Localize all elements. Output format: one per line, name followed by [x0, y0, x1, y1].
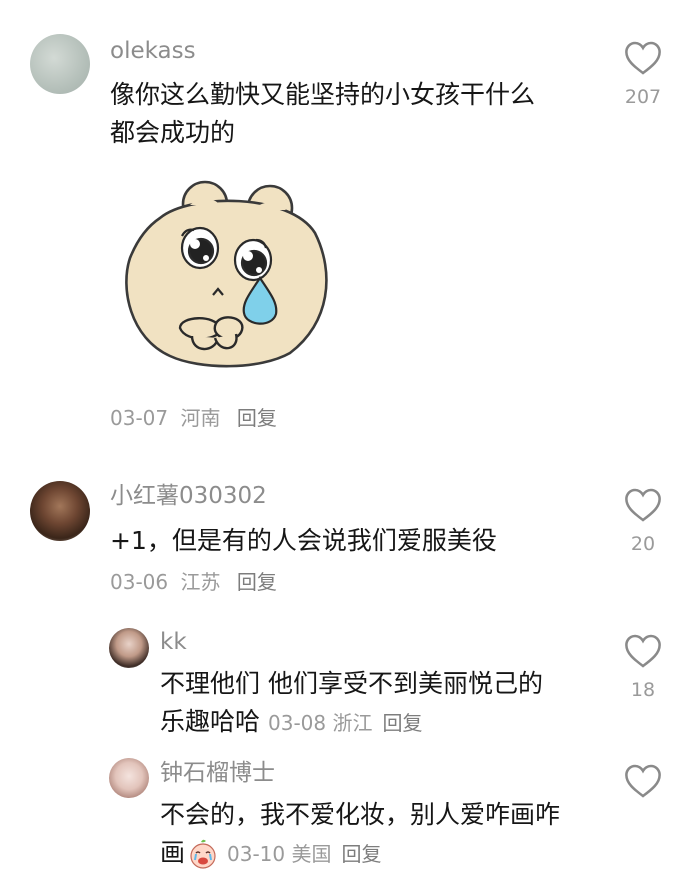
heart-icon: [625, 764, 661, 798]
reply-location: 浙江: [332, 711, 373, 735]
like-button[interactable]: 207: [613, 40, 673, 108]
heart-icon: [625, 41, 661, 75]
comment-text-line: 都会成功的: [110, 118, 236, 147]
username-xiaohongshu[interactable]: 小红薯030302: [110, 482, 267, 510]
crying-bear-sticker[interactable]: [120, 178, 335, 368]
like-button[interactable]: 18: [613, 633, 673, 701]
reply-text-line: 不理他们 他们享受不到美丽悦己的: [160, 669, 543, 698]
like-count: 20: [630, 533, 656, 555]
comment-meta: 03-07 河南 回复: [110, 404, 277, 432]
reply-button[interactable]: 回复: [342, 842, 382, 866]
avatar-kk[interactable]: [109, 628, 149, 668]
comment-location: 江苏: [180, 570, 221, 594]
avatar-zhongshiliu[interactable]: [109, 758, 149, 798]
reply-meta: 03-10 美国 回复: [227, 842, 381, 866]
reply-button[interactable]: 回复: [237, 570, 277, 594]
avatar-olekass[interactable]: [30, 34, 90, 94]
like-button[interactable]: 20: [613, 487, 673, 555]
reply-button[interactable]: 回复: [383, 711, 423, 735]
like-count: 207: [624, 86, 662, 108]
username-zhongshiliu[interactable]: 钟石榴博士: [160, 759, 275, 787]
reply-date: 03-10: [227, 842, 286, 866]
reply-meta: 03-08 浙江 回复: [268, 711, 422, 735]
comment-date: 03-07: [110, 406, 169, 430]
comment-date: 03-06: [110, 570, 169, 594]
comment-text: +1，但是有的人会说我们爱服美役: [110, 526, 497, 555]
reply-text-line: 乐趣哈哈 03-08 浙江 回复: [160, 703, 600, 742]
reply-text-tail: 乐趣哈哈: [160, 707, 261, 736]
username-kk[interactable]: kk: [160, 628, 187, 656]
reply-date: 03-08: [268, 711, 327, 735]
comment-meta: 03-06 江苏 回复: [110, 568, 277, 596]
reply-button[interactable]: 回复: [237, 406, 277, 430]
heart-icon: [625, 488, 661, 522]
username-olekass[interactable]: olekass: [110, 37, 196, 65]
like-count: 18: [630, 679, 656, 701]
reply-text: 不会的，我不爱化妆，别人爱咋画咋 画 03-10 美国 回复: [160, 796, 600, 873]
reply-text-line: 不会的，我不爱化妆，别人爱咋画咋: [160, 800, 561, 829]
comment-text: 像你这么勤快又能坚持的小女孩干什么 都会成功的: [110, 76, 590, 152]
reply-text-line: 画 03-10 美国 回复: [160, 834, 600, 873]
heart-icon: [625, 634, 661, 668]
reply-text-tail: 画: [160, 838, 186, 867]
comment-text-line: 像你这么勤快又能坚持的小女孩干什么: [110, 80, 536, 109]
crying-face-emoji: [190, 839, 216, 869]
reply-text: 不理他们 他们享受不到美丽悦己的 乐趣哈哈 03-08 浙江 回复: [160, 665, 600, 742]
reply-location: 美国: [291, 842, 332, 866]
avatar-xiaohongshu[interactable]: [30, 481, 90, 541]
like-button[interactable]: [613, 763, 673, 799]
comment-location: 河南: [180, 406, 221, 430]
